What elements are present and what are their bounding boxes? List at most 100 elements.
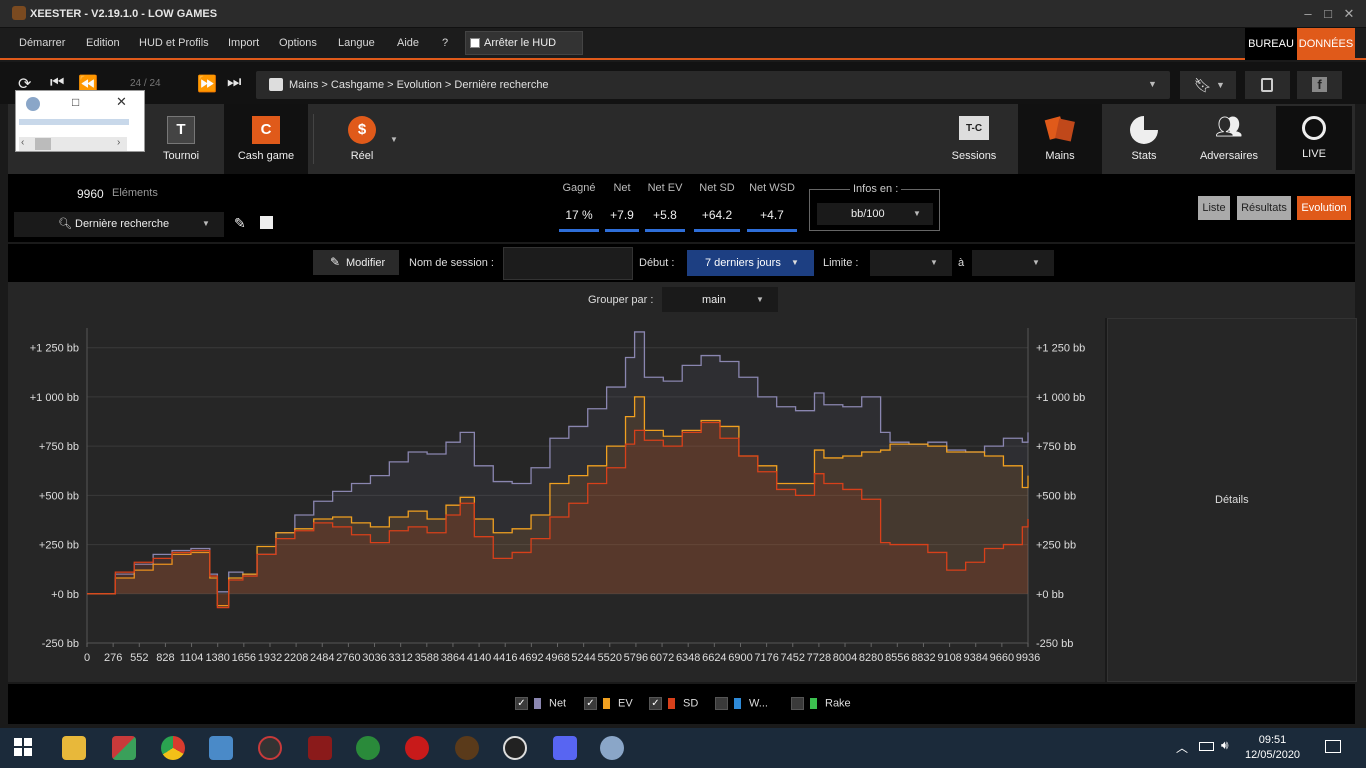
bookmark-button[interactable]: 🔖︎ ▼	[1180, 71, 1236, 99]
stat-net: Net +7.9	[605, 182, 639, 232]
chevron-down-icon: ▼	[756, 295, 764, 304]
y-tick-label-left: +250 bb	[39, 540, 79, 552]
chrome-icon[interactable]	[161, 736, 185, 760]
volume-icon[interactable]: 🔊︎	[1221, 738, 1229, 753]
x-tick-label: 6900	[728, 652, 752, 664]
x-tick-label: 3036	[362, 652, 386, 664]
group-value: main	[702, 294, 726, 306]
liste-button[interactable]: Liste	[1198, 196, 1230, 220]
start-select[interactable]: 7 derniers jours ▼	[687, 250, 814, 276]
discord-icon[interactable]	[553, 736, 577, 760]
legend-checkbox[interactable]: ✓	[515, 697, 528, 710]
copy-icon[interactable]	[260, 216, 273, 229]
evolution-button[interactable]: Evolution	[1297, 196, 1351, 220]
pie-chart-icon	[1130, 116, 1158, 144]
system-clock[interactable]: 09:51 12/05/2020	[1245, 733, 1300, 763]
menu-hud-profils[interactable]: HUD et Profils	[139, 37, 209, 49]
stat-underline	[747, 229, 797, 232]
battery-icon[interactable]	[1199, 742, 1214, 751]
legend-net[interactable]: ✓ Net	[515, 697, 566, 710]
legend-checkbox[interactable]: ✓	[584, 697, 597, 710]
live-tab[interactable]: LIVE	[1276, 106, 1352, 170]
menu-aide[interactable]: Aide	[397, 37, 419, 49]
y-tick-label-left: +0 bb	[51, 589, 79, 601]
last-page-icon[interactable]: ⏭	[227, 74, 241, 92]
maximize-icon[interactable]: □	[1320, 6, 1336, 22]
infos-select[interactable]: bb/100 ▼	[817, 203, 933, 225]
x-tick-label: 3864	[441, 652, 465, 664]
x-tick-label: 3312	[388, 652, 412, 664]
modify-button[interactable]: ✎ Modifier	[313, 250, 399, 275]
tournoi-tab[interactable]: T Tournoi	[138, 104, 224, 174]
paint-icon	[26, 97, 40, 111]
limit-to-select[interactable]: ▼	[972, 250, 1054, 276]
chevron-down-icon[interactable]: ▼	[1148, 79, 1157, 89]
legend-label: Net	[549, 697, 567, 710]
sessions-tab[interactable]: T-C Sessions	[932, 104, 1016, 174]
minimized-window[interactable]: □ ✕ ‹ ›	[15, 90, 145, 152]
stats-tab[interactable]: Stats	[1102, 104, 1186, 174]
menu-options[interactable]: Options	[279, 37, 317, 49]
menu-langue[interactable]: Langue	[338, 37, 375, 49]
stat-value: 17 %	[565, 208, 593, 222]
stop-hud-button[interactable]: Arrêter le HUD	[465, 31, 583, 55]
stat-net-ev: Net EV +5.8	[645, 182, 685, 232]
pencil-icon[interactable]: ✎	[234, 215, 246, 232]
paint-icon[interactable]	[600, 736, 624, 760]
legend-wsd[interactable]: W...	[715, 697, 768, 710]
cash-game-tab[interactable]: C Cash game	[224, 104, 308, 174]
maximize-icon[interactable]: □	[72, 95, 79, 109]
legend-checkbox[interactable]: ✓	[649, 697, 662, 710]
limit-from-select[interactable]: ▼	[870, 250, 952, 276]
y-tick-label-right: +250 bb	[1036, 540, 1076, 552]
bureau-tab[interactable]: BUREAU	[1245, 28, 1297, 60]
poker-app-icon[interactable]	[258, 736, 282, 760]
clipboard-button[interactable]	[1245, 71, 1290, 99]
reel-label: Réel	[350, 150, 374, 162]
group-label: Grouper par :	[588, 294, 654, 306]
adversaires-tab[interactable]: 👥︎ Adversaires	[1186, 104, 1272, 174]
clipboard-icon	[1261, 78, 1273, 92]
resultats-button[interactable]: Résultats	[1237, 196, 1291, 220]
horizontal-scrollbar[interactable]: ‹ ›	[19, 137, 127, 151]
xeester-icon[interactable]	[455, 736, 479, 760]
stat-label: Net EV	[647, 182, 683, 194]
legend-ev[interactable]: ✓ EV	[584, 697, 633, 710]
poker-client-icon[interactable]	[356, 736, 380, 760]
legend-checkbox[interactable]	[715, 697, 728, 710]
search-value: Dernière recherche	[75, 218, 170, 230]
group-select[interactable]: main ▼	[662, 287, 778, 312]
notification-icon[interactable]	[1325, 740, 1341, 753]
search-select[interactable]: 🔍︎ Dernière recherche ▼	[14, 212, 224, 237]
donnees-tab[interactable]: DONNÉES	[1297, 28, 1355, 60]
legend-sd[interactable]: ✓ SD	[649, 697, 698, 710]
menu-demarrer[interactable]: Démarrer	[19, 37, 65, 49]
menu-import[interactable]: Import	[228, 37, 259, 49]
x-tick-label: 2484	[310, 652, 334, 664]
breadcrumb[interactable]: Mains > Cashgame > Evolution > Dernière …	[256, 71, 1170, 99]
legend-checkbox[interactable]	[791, 697, 804, 710]
mains-tab[interactable]: Mains	[1018, 104, 1102, 174]
chevron-up-icon[interactable]: ︿	[1176, 739, 1188, 756]
legend-rake[interactable]: Rake	[791, 697, 851, 710]
session-name-input[interactable]	[503, 247, 633, 280]
y-tick-label-left: +750 bb	[39, 441, 79, 453]
obs-icon[interactable]	[503, 736, 527, 760]
winamax-icon[interactable]	[308, 736, 332, 760]
pokerstars-icon[interactable]	[405, 736, 429, 760]
stat-underline	[645, 229, 685, 232]
app-tile-icon[interactable]	[112, 736, 136, 760]
stats-label: Stats	[1131, 150, 1157, 162]
facebook-button[interactable]: f	[1297, 71, 1342, 99]
app-icon[interactable]	[209, 736, 233, 760]
reel-tab[interactable]: $ Réel ▼	[320, 104, 404, 174]
menu-help[interactable]: ?	[442, 37, 448, 49]
windows-start-icon[interactable]	[14, 738, 32, 756]
file-explorer-icon[interactable]	[62, 736, 86, 760]
next-page-icon[interactable]: ⏩	[197, 74, 217, 94]
minimize-icon[interactable]: –	[1300, 6, 1316, 22]
hud-checkbox[interactable]	[470, 38, 480, 48]
close-icon[interactable]: ✕	[116, 94, 127, 110]
close-icon[interactable]: ✕	[1341, 6, 1357, 22]
menu-edition[interactable]: Edition	[86, 37, 120, 49]
